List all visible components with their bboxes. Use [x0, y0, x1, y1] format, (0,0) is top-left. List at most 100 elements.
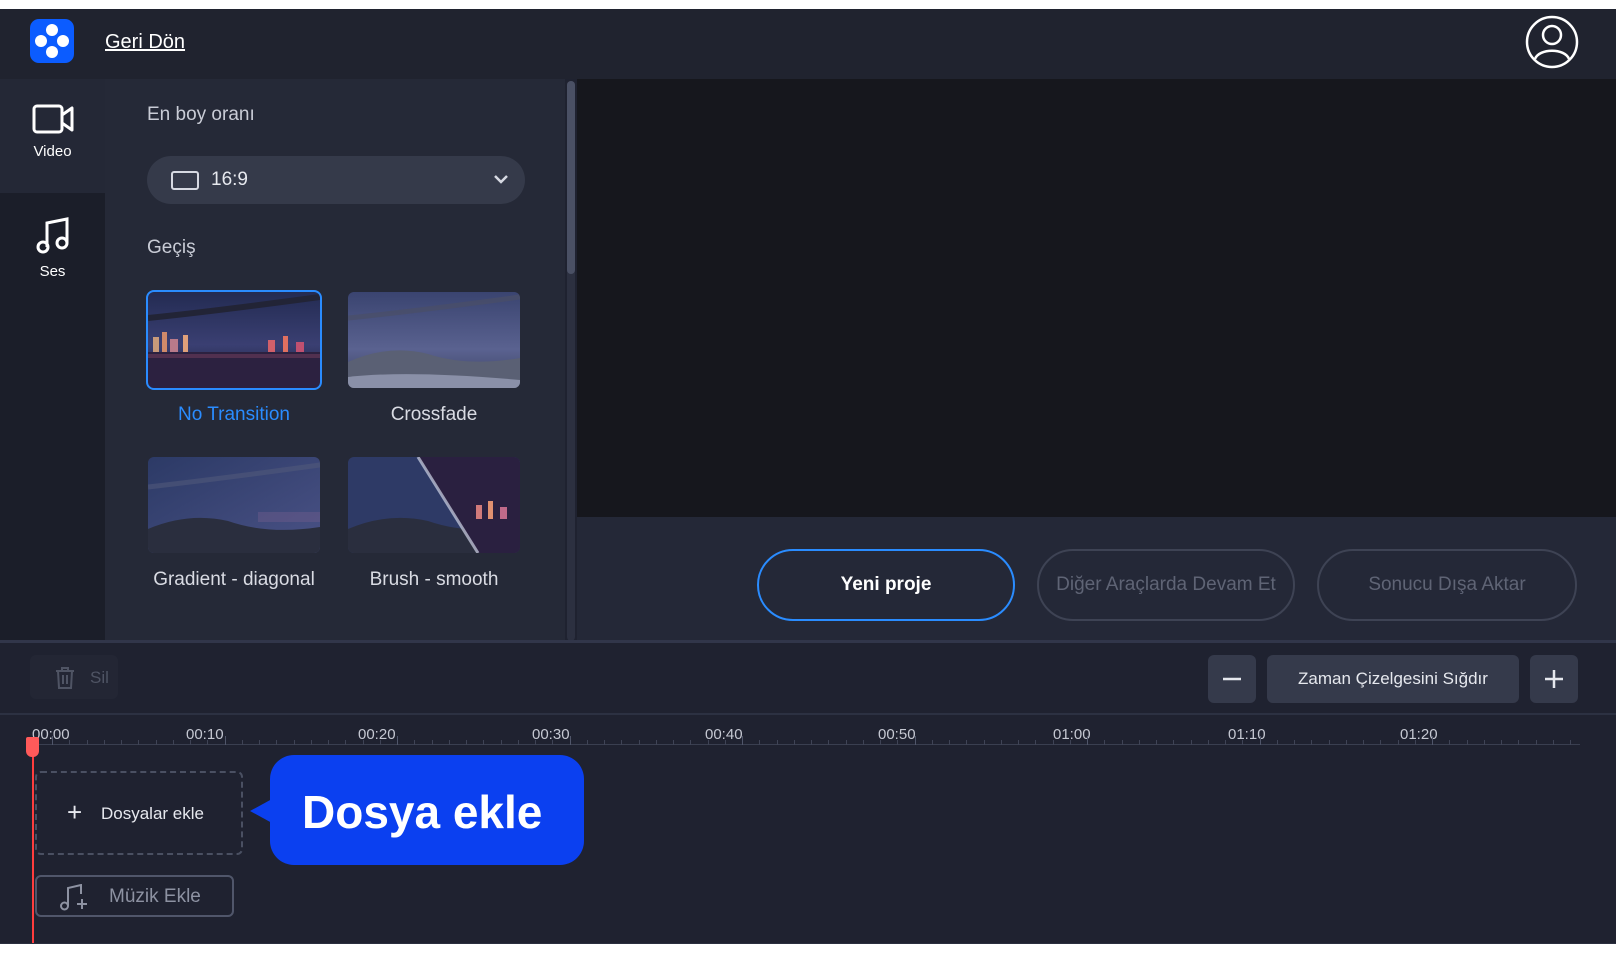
transition-option-none[interactable]: No Transition — [146, 290, 322, 428]
ruler-tick — [880, 740, 881, 745]
ruler-tick — [863, 740, 864, 745]
ruler-tick — [311, 740, 312, 745]
ruler-tick — [1156, 740, 1157, 745]
delete-button[interactable]: Sil — [30, 655, 118, 699]
transition-thumbnail — [148, 457, 320, 553]
tooltip-arrow — [250, 799, 272, 823]
tick-label: 01:00 — [1053, 726, 1091, 743]
chevron-down-icon — [494, 175, 508, 184]
zoom-out-button[interactable] — [1208, 655, 1256, 703]
settings-panel: En boy oranı 16:9 Geçiş No Transition Cr… — [105, 79, 565, 642]
add-music-button[interactable]: Müzik Ekle — [35, 875, 234, 917]
music-add-icon — [60, 884, 87, 911]
sidebar: Video Ses — [0, 79, 105, 642]
ruler-tick — [242, 740, 243, 745]
delete-label: Sil — [90, 668, 109, 687]
aspect-ratio-label: En boy oranı — [147, 104, 255, 125]
zoom-in-button[interactable] — [1530, 655, 1578, 703]
ruler-tick — [1553, 740, 1554, 745]
ruler-tick — [794, 740, 795, 745]
ruler-tick — [1380, 740, 1381, 745]
ruler-tick — [259, 740, 260, 745]
top-bar: Geri Dön — [0, 9, 1616, 79]
trash-icon — [56, 667, 74, 689]
sidebar-item-video[interactable]: Video — [0, 79, 105, 193]
ruler-tick — [949, 740, 950, 745]
sidebar-item-audio[interactable]: Ses — [0, 193, 105, 307]
add-files-dropzone[interactable]: + Dosyalar ekle — [35, 771, 243, 855]
ruler-tick — [587, 740, 588, 745]
transition-thumbnail — [348, 292, 520, 388]
ruler-tick — [984, 740, 985, 745]
plus-icon: + — [67, 797, 83, 827]
panel-scrollbar-thumb[interactable] — [567, 81, 575, 274]
ruler-tick — [52, 736, 53, 745]
ruler-tick — [673, 740, 674, 745]
ruler-tick — [1122, 740, 1123, 745]
back-link[interactable]: Geri Dön — [105, 31, 185, 54]
ruler-tick — [345, 740, 346, 745]
user-account-icon[interactable] — [1525, 15, 1579, 69]
ruler-tick — [1173, 740, 1174, 745]
add-file-tooltip: Dosya ekle — [270, 755, 584, 865]
ruler-tick — [1070, 740, 1071, 745]
playhead-handle[interactable] — [26, 737, 39, 757]
transition-label: Geçiş — [147, 237, 196, 258]
ruler-tick — [708, 740, 709, 745]
ruler-tick — [759, 740, 760, 745]
ruler-tick — [69, 740, 70, 745]
ruler-tick — [138, 740, 139, 745]
ruler-tick — [1104, 740, 1105, 745]
action-bar: Yeni proje Diğer Araçlarda Devam Et Sonu… — [577, 517, 1616, 642]
ruler-tick — [1536, 740, 1537, 745]
ruler-tick — [1329, 740, 1330, 745]
ruler-tick — [535, 740, 536, 745]
tick-label: 00:10 — [186, 726, 224, 743]
ruler-tick — [1294, 740, 1295, 745]
transition-option-brush-smooth[interactable]: Brush - smooth — [348, 457, 520, 593]
ruler-tick — [639, 740, 640, 745]
export-result-button[interactable]: Sonucu Dışa Aktar — [1317, 549, 1577, 621]
ruler-tick — [87, 740, 88, 745]
transition-option-gradient-diagonal[interactable]: Gradient - diagonal — [148, 457, 320, 593]
ruler-tick — [725, 740, 726, 745]
ruler-tick — [294, 740, 295, 745]
ruler-tick — [1139, 740, 1140, 745]
ruler-tick — [104, 740, 105, 745]
ruler-tick — [690, 740, 691, 745]
ruler-tick — [915, 736, 916, 745]
aspect-ratio-select[interactable]: 16:9 — [147, 156, 525, 204]
ruler-tick — [1191, 740, 1192, 745]
ruler-tick — [897, 740, 898, 745]
add-music-label: Müzik Ekle — [109, 886, 201, 907]
ruler-tick — [432, 740, 433, 745]
timeline-ruler[interactable]: 00:00 00:10 00:20 00:30 00:40 00:50 01:0… — [0, 715, 1616, 759]
new-project-button[interactable]: Yeni proje — [757, 549, 1015, 621]
transition-thumbnail — [348, 457, 520, 553]
tick-label: 00:30 — [532, 726, 570, 743]
sidebar-item-label: Ses — [39, 263, 66, 280]
tooltip-text: Dosya ekle — [302, 786, 543, 838]
ruler-tick — [276, 740, 277, 745]
ruler-tick — [932, 740, 933, 745]
transition-option-crossfade[interactable]: Crossfade — [348, 292, 520, 428]
ruler-tick — [380, 740, 381, 745]
ruler-tick — [1018, 740, 1019, 745]
continue-other-tools-button[interactable]: Diğer Araçlarda Devam Et — [1037, 549, 1295, 621]
sidebar-item-label: Video — [33, 143, 72, 160]
plus-icon — [1545, 670, 1563, 688]
music-note-icon — [36, 217, 68, 254]
add-files-label: Dosyalar ekle — [101, 804, 204, 823]
app-logo[interactable] — [30, 19, 74, 63]
ruler-tick — [1277, 740, 1278, 745]
ruler-tick — [1484, 740, 1485, 745]
ruler-tick — [225, 736, 226, 745]
ruler-tick — [1398, 740, 1399, 745]
ruler-tick — [1570, 740, 1571, 745]
ruler-tick — [501, 740, 502, 745]
ruler-tick — [1001, 740, 1002, 745]
timeline-bottom-border — [0, 943, 1616, 944]
fit-timeline-button[interactable]: Zaman Çizelgesini Sığdır — [1267, 655, 1519, 703]
playhead-line[interactable] — [32, 746, 34, 944]
ruler-tick — [518, 740, 519, 745]
